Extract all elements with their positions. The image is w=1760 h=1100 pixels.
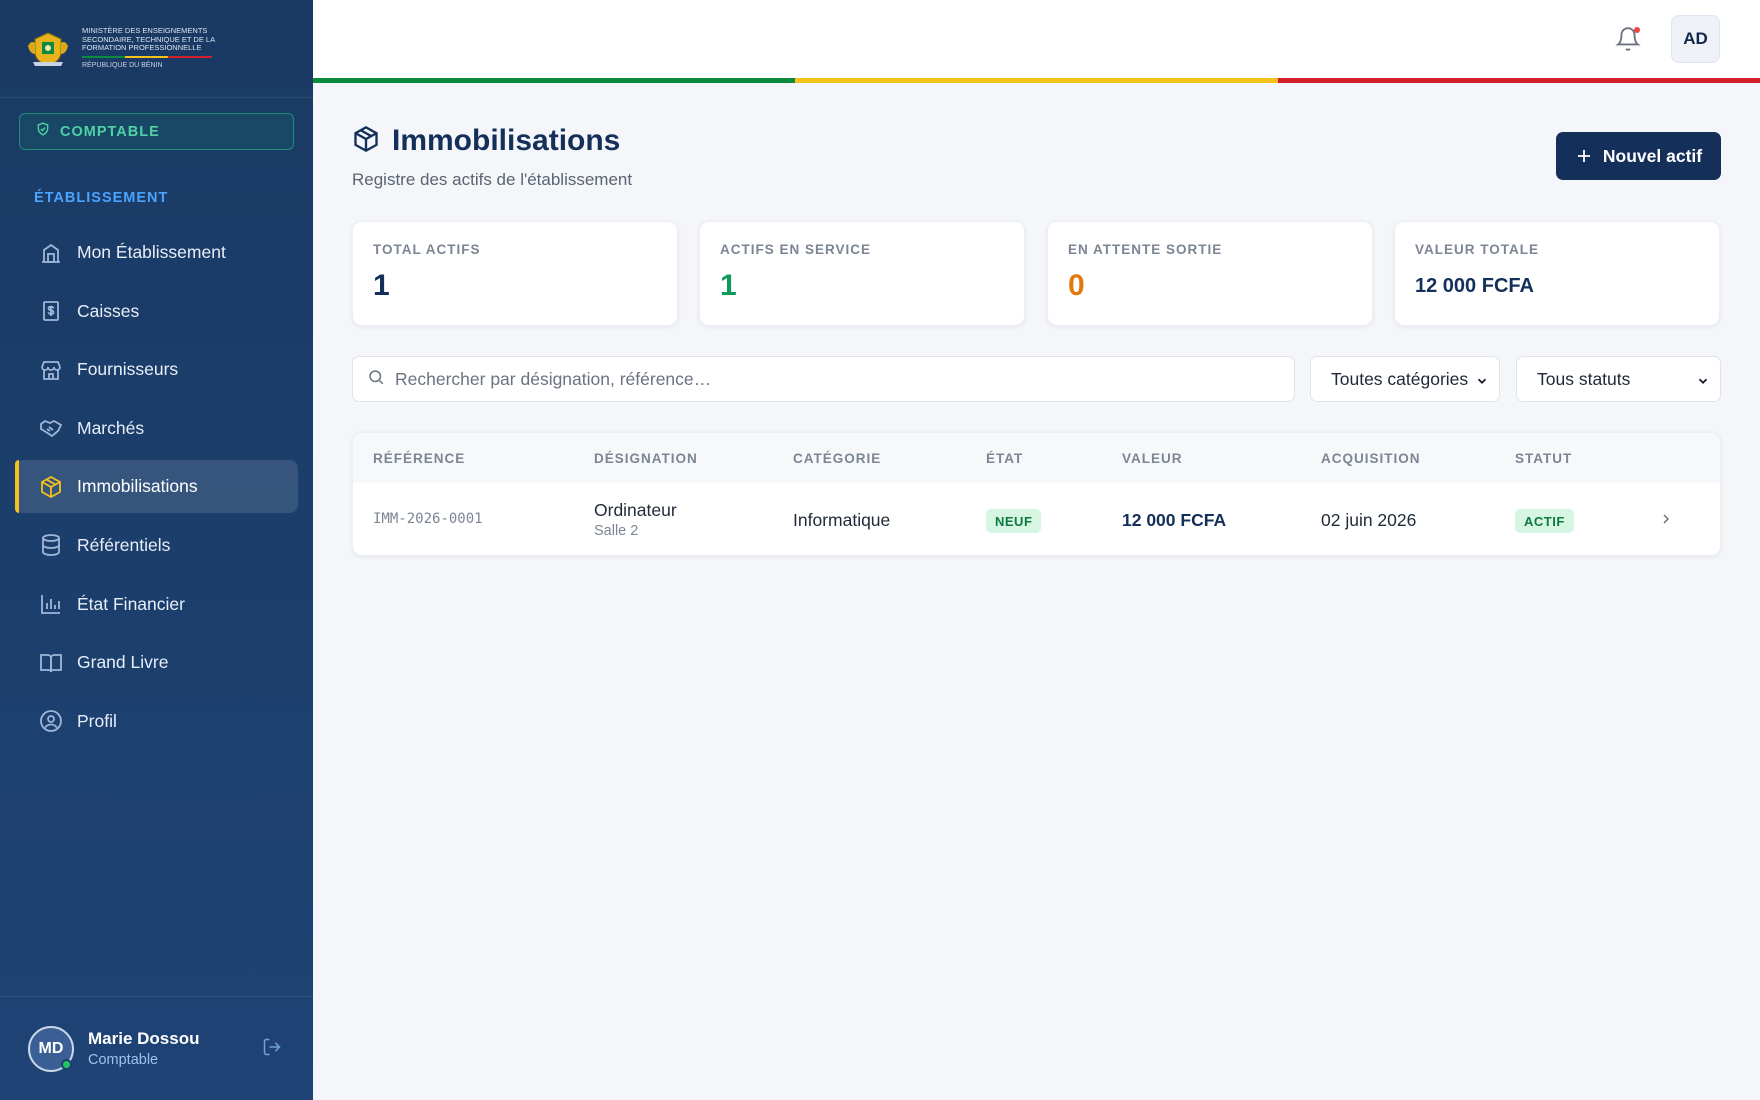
stat-label: EN ATTENTE SORTIE bbox=[1068, 242, 1223, 257]
brand-header: Ministère des Enseignements Secondaire, … bbox=[0, 0, 313, 98]
user-block: MD Marie Dossou Comptable bbox=[0, 996, 313, 1100]
avatar-initials: MD bbox=[38, 1039, 64, 1057]
shield-check-icon bbox=[36, 122, 50, 141]
table-header: RÉFÉRENCE DÉSIGNATION CATÉGORIE ÉTAT VAL… bbox=[353, 433, 1720, 483]
column-header-categorie[interactable]: CATÉGORIE bbox=[793, 451, 881, 466]
column-header-etat[interactable]: ÉTAT bbox=[986, 451, 1023, 466]
bar-chart-icon bbox=[39, 592, 63, 616]
cell-category: Informatique bbox=[793, 510, 891, 530]
coat-of-arms-icon bbox=[24, 29, 72, 69]
sidebar-item-etat-financier[interactable]: État Financier bbox=[15, 578, 298, 631]
page-subtitle: Registre des actifs de l'établissement bbox=[352, 170, 633, 189]
sidebar-item-label: Caisses bbox=[77, 300, 140, 321]
top-bar bbox=[313, 0, 1760, 78]
category-select[interactable]: Toutes catégories bbox=[1310, 356, 1500, 402]
category-select-value: Toutes catégories bbox=[1331, 368, 1469, 389]
stat-card-en-attente-sortie: EN ATTENTE SORTIE 0 bbox=[1047, 221, 1373, 326]
notification-dot bbox=[1634, 27, 1640, 33]
search-box bbox=[352, 356, 1295, 402]
cell-value: 12 000 FCFA bbox=[1122, 510, 1227, 530]
status-select-value: Tous statuts bbox=[1537, 368, 1631, 389]
column-header-reference[interactable]: RÉFÉRENCE bbox=[373, 451, 465, 466]
cell-designation: Ordinateur bbox=[594, 500, 677, 520]
sidebar-item-label: Référentiels bbox=[77, 534, 171, 555]
stat-card-total-actifs: TOTAL ACTIFS 1 bbox=[352, 221, 678, 326]
section-title-etablissement: ÉTABLISSEMENT bbox=[34, 190, 169, 206]
sidebar-item-marches[interactable]: Marchés bbox=[15, 402, 298, 455]
stat-label: VALEUR TOTALE bbox=[1415, 242, 1539, 257]
stat-card-actifs-en-service: ACTIFS EN SERVICE 1 bbox=[699, 221, 1025, 326]
sidebar-item-caisses[interactable]: Caisses bbox=[15, 285, 298, 338]
stat-value: 12 000 FCFA bbox=[1415, 275, 1534, 297]
plus-icon bbox=[1575, 147, 1593, 165]
flag-divider bbox=[82, 55, 212, 58]
column-header-valeur[interactable]: VALEUR bbox=[1122, 451, 1183, 466]
sidebar-item-mon-etablissement[interactable]: Mon Établissement bbox=[15, 226, 298, 279]
republic-name: République du Bénin bbox=[82, 61, 163, 69]
flag-stripe bbox=[313, 78, 1760, 83]
cell-reference: IMM-2026-0001 bbox=[373, 511, 483, 527]
logout-icon[interactable] bbox=[262, 1037, 282, 1062]
search-input[interactable] bbox=[395, 368, 1275, 390]
status-badge: ACTIF bbox=[1515, 509, 1574, 533]
stat-value: 0 bbox=[1068, 269, 1085, 302]
page-title: Immobilisations bbox=[352, 124, 620, 158]
stat-label: ACTIFS EN SERVICE bbox=[720, 242, 872, 257]
new-asset-button-label: Nouvel actif bbox=[1602, 145, 1703, 166]
user-circle-icon bbox=[39, 709, 63, 733]
column-header-statut[interactable]: STATUT bbox=[1515, 451, 1572, 466]
cell-location: Salle 2 bbox=[594, 523, 639, 539]
store-icon bbox=[39, 358, 63, 382]
table-row[interactable]: IMM-2026-0001 Ordinateur Salle 2 Informa… bbox=[353, 483, 1720, 555]
chevron-down-icon bbox=[1475, 372, 1489, 393]
package-icon bbox=[39, 475, 63, 499]
ministry-name: Ministère des Enseignements Secondaire, … bbox=[82, 26, 215, 52]
user-name: Marie Dossou bbox=[88, 1029, 200, 1048]
sidebar-item-label: Immobilisations bbox=[77, 476, 198, 497]
state-badge: NEUF bbox=[986, 509, 1042, 533]
user-role: Comptable bbox=[88, 1052, 159, 1068]
book-open-icon bbox=[39, 651, 63, 675]
sidebar-item-referentiels[interactable]: Référentiels bbox=[15, 519, 298, 572]
online-status-dot bbox=[61, 1058, 72, 1070]
assets-table: RÉFÉRENCE DÉSIGNATION CATÉGORIE ÉTAT VAL… bbox=[352, 432, 1721, 556]
chevron-down-icon bbox=[1696, 372, 1710, 393]
top-avatar[interactable]: AD bbox=[1671, 15, 1720, 63]
sidebar-item-fournisseurs[interactable]: Fournisseurs bbox=[15, 343, 298, 396]
sidebar-item-label: Profil bbox=[77, 710, 117, 731]
package-icon bbox=[352, 125, 380, 158]
handshake-icon bbox=[39, 416, 63, 440]
stat-card-valeur-totale: VALEUR TOTALE 12 000 FCFA bbox=[1394, 221, 1720, 326]
sidebar-item-profil[interactable]: Profil bbox=[15, 695, 298, 748]
sidebar-item-label: Marchés bbox=[77, 417, 145, 438]
sidebar-item-label: État Financier bbox=[77, 593, 185, 614]
sidebar-item-grand-livre[interactable]: Grand Livre bbox=[15, 636, 298, 689]
column-header-acquisition[interactable]: ACQUISITION bbox=[1321, 451, 1421, 466]
chevron-right-icon[interactable] bbox=[1658, 511, 1674, 532]
stat-value: 1 bbox=[720, 269, 737, 302]
cash-register-icon bbox=[39, 299, 63, 323]
search-icon bbox=[367, 368, 385, 391]
role-badge: COMPTABLE bbox=[19, 113, 294, 150]
stat-label: TOTAL ACTIFS bbox=[373, 242, 481, 257]
sidebar-item-immobilisations[interactable]: Immobilisations bbox=[15, 460, 298, 514]
column-header-designation[interactable]: DÉSIGNATION bbox=[594, 451, 698, 466]
cell-acquisition: 02 juin 2026 bbox=[1321, 510, 1417, 530]
bell-icon[interactable] bbox=[1615, 26, 1641, 57]
status-select[interactable]: Tous statuts bbox=[1516, 356, 1721, 402]
avatar[interactable]: MD bbox=[28, 1025, 74, 1072]
sidebar-item-label: Grand Livre bbox=[77, 652, 169, 673]
sidebar-item-label: Fournisseurs bbox=[77, 359, 179, 380]
page-title-text: Immobilisations bbox=[392, 124, 621, 157]
new-asset-button[interactable]: Nouvel actif bbox=[1556, 132, 1721, 180]
sidebar-item-label: Mon Établissement bbox=[77, 242, 226, 262]
database-icon bbox=[39, 533, 63, 557]
sidebar-nav: Mon Établissement Caisses Fournisseurs M… bbox=[15, 226, 298, 753]
sidebar: Ministère des Enseignements Secondaire, … bbox=[0, 0, 313, 1100]
role-badge-label: COMPTABLE bbox=[60, 123, 160, 140]
building-icon bbox=[39, 241, 63, 265]
stat-value: 1 bbox=[373, 269, 390, 302]
